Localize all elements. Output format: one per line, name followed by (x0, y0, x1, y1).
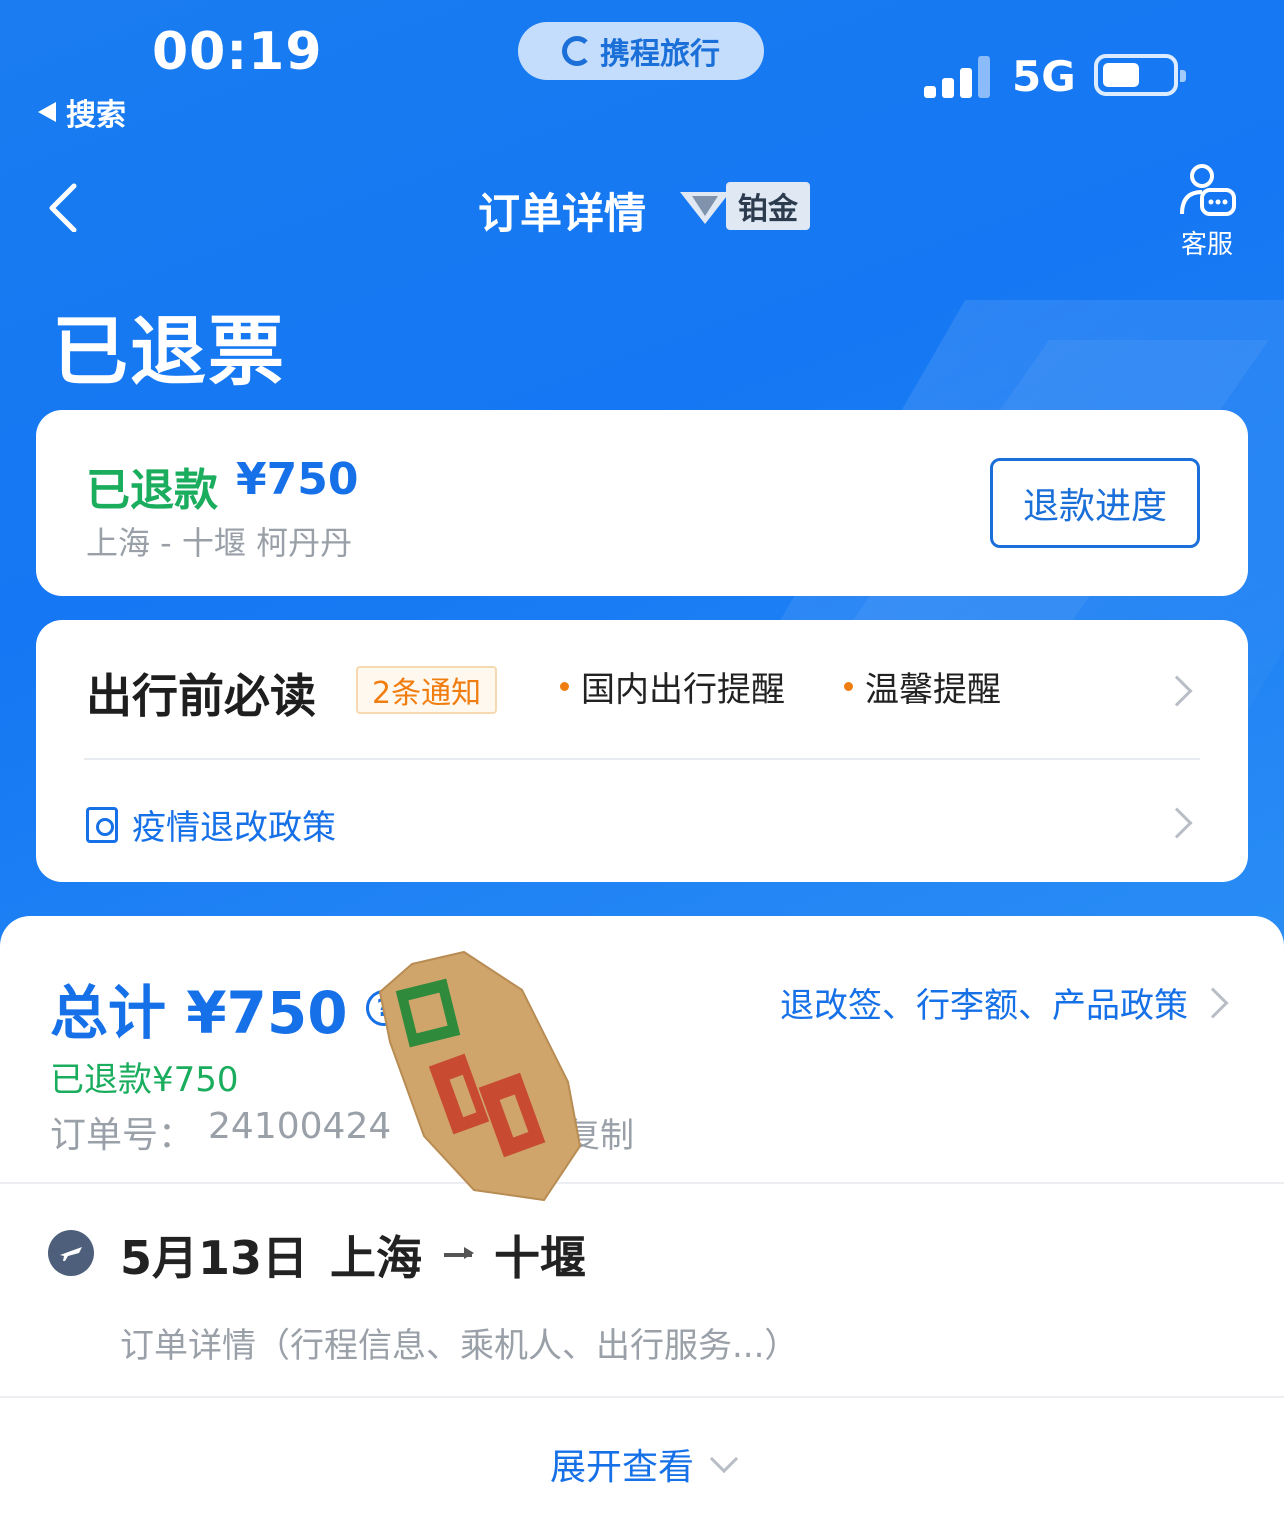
back-app-label: 搜索 (66, 98, 126, 133)
refund-amount: ¥750 (236, 454, 359, 505)
back-to-app-button[interactable]: 搜索 (38, 90, 126, 134)
flight-destination: 十堰 (494, 1231, 587, 1285)
refunded-amount: 已退款¥750 (50, 1060, 239, 1100)
flight-title[interactable]: 5月13日 上海 十堰 (120, 1222, 586, 1288)
back-triangle-icon (38, 102, 56, 122)
page-title: 订单详情 (478, 189, 647, 238)
policy-document-icon (86, 806, 118, 843)
expand-button[interactable]: 展开查看 (0, 1438, 1284, 1490)
policy-link[interactable]: 退改签、行李额、产品政策 (780, 978, 1188, 1027)
notice-item-label: 国内出行提醒 (581, 670, 785, 710)
bullet-dot-icon (844, 682, 853, 691)
total-label: 总计 ¥750 (50, 979, 348, 1047)
chevron-down-icon (709, 1444, 739, 1474)
divider (84, 758, 1200, 760)
notice-item-label: 温馨提醒 (865, 670, 1001, 710)
notice-item[interactable]: 国内出行提醒 (560, 662, 785, 711)
brand-pill: 携程旅行 (518, 22, 764, 80)
refund-status: 已退款 (86, 465, 218, 516)
back-button[interactable] (44, 182, 94, 233)
brand-logo-icon (562, 36, 592, 66)
refund-card: 已退款 ¥750 上海 - 十堰 柯丹丹 退款进度 (36, 410, 1248, 596)
route-passenger: 上海 - 十堰 柯丹丹 (86, 524, 353, 562)
member-tier-label: 铂金 (726, 182, 810, 230)
flight-date: 5月13日 (120, 1231, 309, 1285)
arrow-right-icon (444, 1247, 475, 1259)
divider (0, 1182, 1284, 1184)
refund-status-line: 已退款 ¥750 (86, 454, 358, 518)
order-summary-sheet: 总计 ¥750 ? 退改签、行李额、产品政策 已退款¥750 订单号： 2410… (0, 916, 1284, 1520)
order-status-heading: 已退票 (52, 307, 286, 396)
signal-icon (924, 54, 994, 98)
customer-service-icon (1180, 164, 1236, 216)
flight-icon (48, 1230, 94, 1276)
total-price: 总计 ¥750 ? (50, 966, 402, 1050)
chevron-right-icon[interactable] (1161, 675, 1193, 707)
order-number: 24100424 (208, 1106, 392, 1147)
member-badge[interactable]: 铂金 (678, 182, 810, 230)
brand-name: 携程旅行 (600, 37, 720, 72)
network-label: 5G (1012, 52, 1076, 101)
expand-label: 展开查看 (549, 1447, 694, 1488)
notice-item[interactable]: 温馨提醒 (844, 662, 1001, 711)
epidemic-policy-link[interactable]: 疫情退改政策 (86, 800, 336, 849)
chevron-right-icon[interactable] (1197, 987, 1229, 1019)
battery-icon (1094, 54, 1186, 96)
bullet-dot-icon (560, 682, 569, 691)
refund-progress-button[interactable]: 退款进度 (990, 458, 1200, 548)
status-time: 00:19 (152, 22, 323, 82)
chevron-left-icon (49, 183, 77, 233)
customer-service-button[interactable]: 客服 (1176, 162, 1238, 261)
flight-origin: 上海 (330, 1231, 423, 1285)
notice-title: 出行前必读 (86, 669, 316, 723)
travel-notice-card: 出行前必读 2条通知 国内出行提醒 温馨提醒 疫情退改政策 (36, 620, 1248, 882)
chevron-right-icon[interactable] (1161, 807, 1193, 839)
order-number-row: 订单号： 24100424 (50, 1106, 391, 1158)
sticker-overlay (378, 950, 582, 1202)
customer-service-label: 客服 (1180, 230, 1233, 260)
order-number-label: 订单号： (50, 1115, 195, 1156)
vip-v-icon (678, 184, 732, 228)
flight-detail-summary: 订单详情（行程信息、乘机人、出行服务...） (120, 1326, 799, 1366)
divider (0, 1396, 1284, 1398)
notice-count-badge: 2条通知 (356, 666, 498, 714)
epidemic-policy-label: 疫情退改政策 (132, 808, 336, 848)
